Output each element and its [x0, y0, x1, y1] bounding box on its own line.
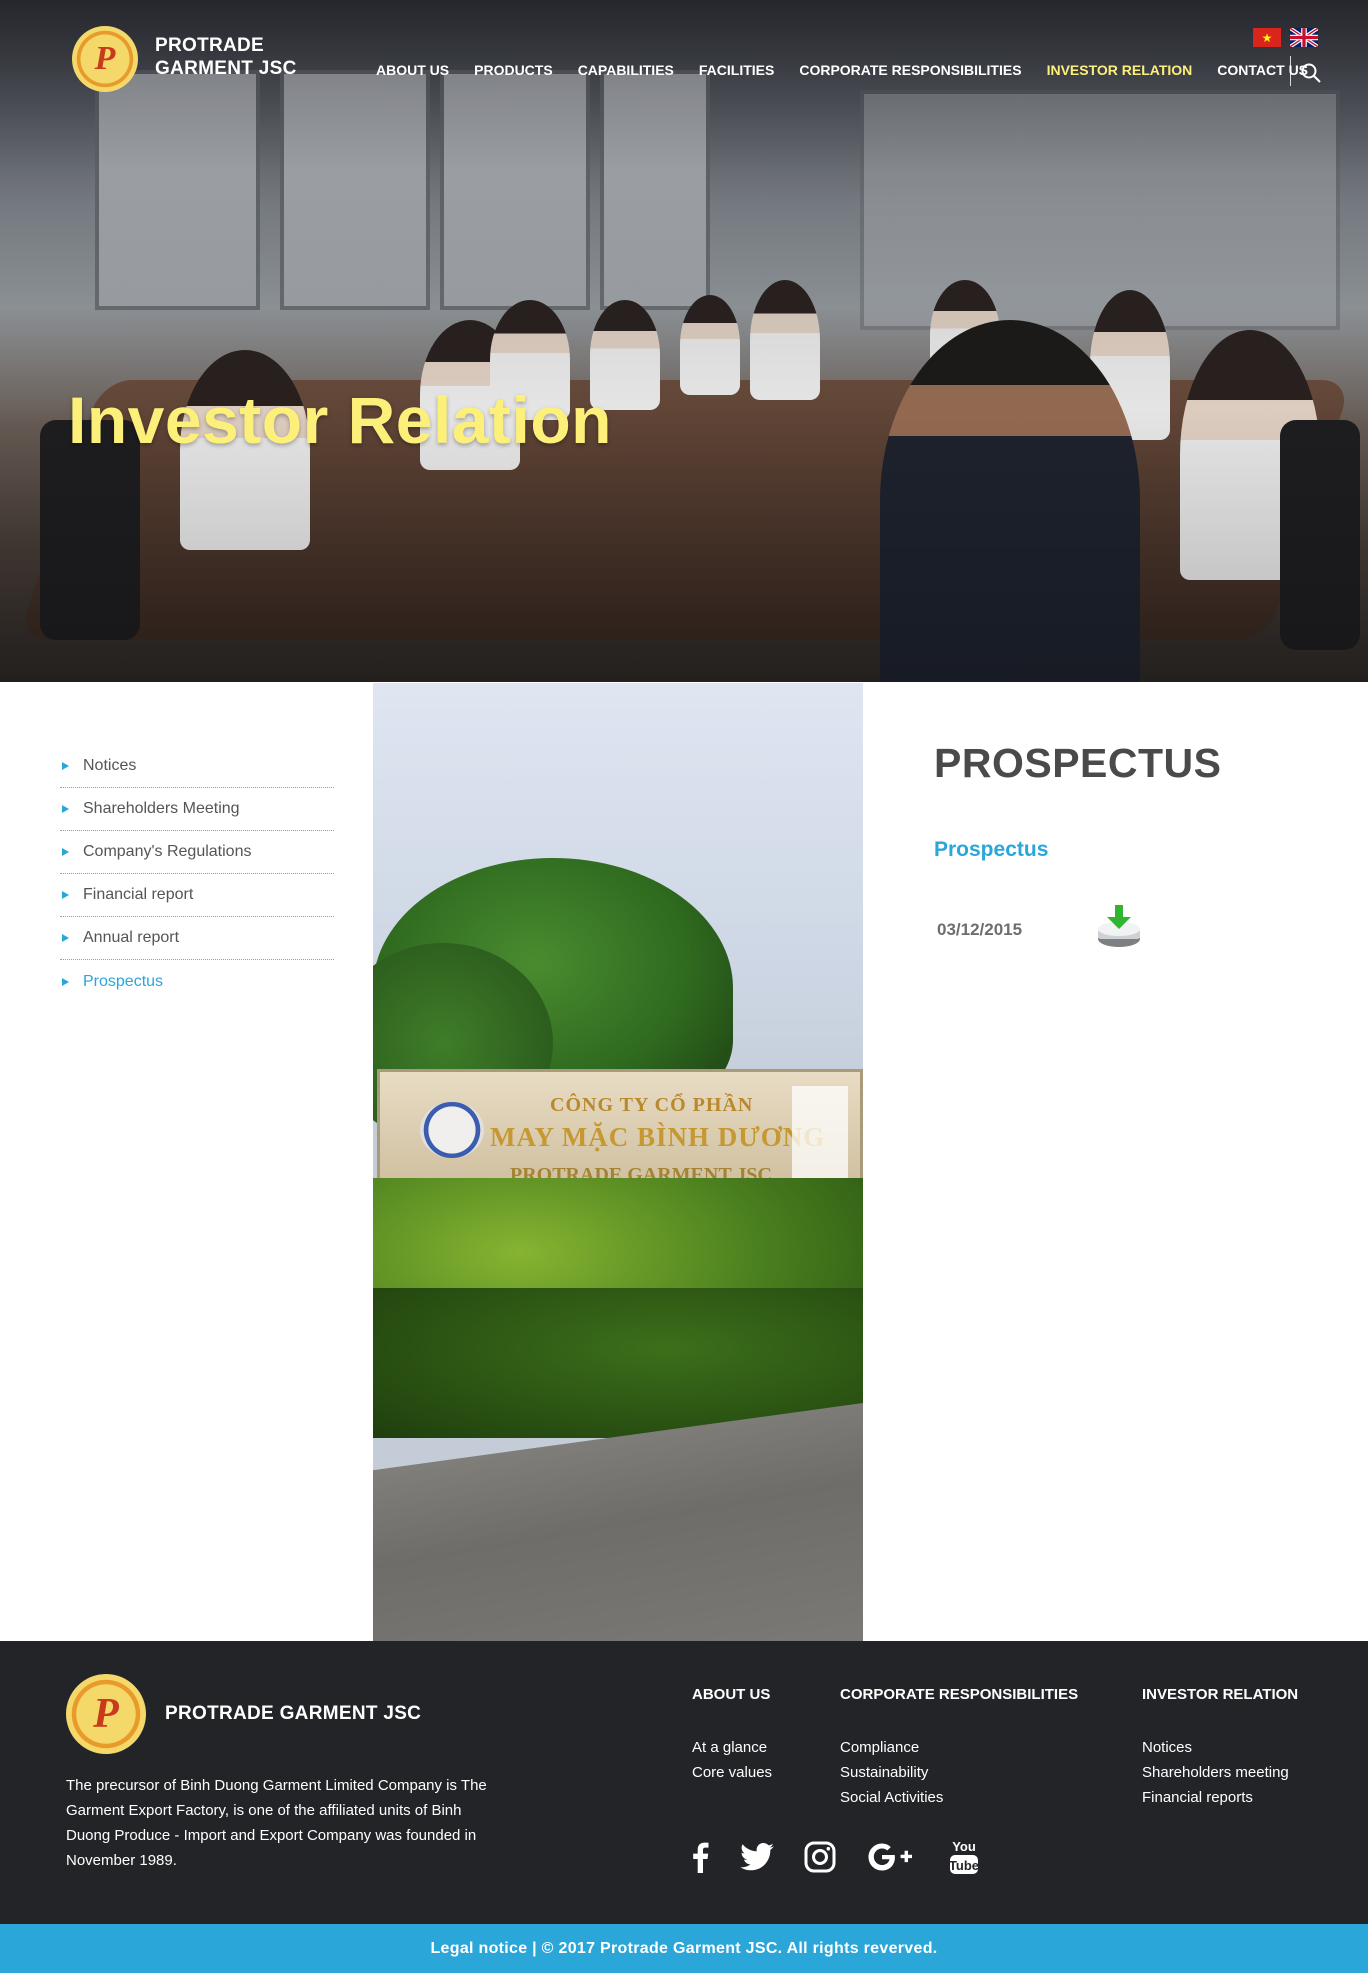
- document-date: 03/12/2015: [937, 920, 1023, 939]
- sidebar-item-label: Financial report: [83, 886, 194, 903]
- svg-text:You: You: [952, 1839, 976, 1854]
- nav-contact-us[interactable]: CONTACT US: [1217, 62, 1308, 78]
- hero-banner: [0, 0, 1368, 682]
- google-plus-icon[interactable]: [866, 1841, 918, 1873]
- sidebar-item-label: Company's Regulations: [83, 843, 252, 860]
- sidebar-item-shareholders-meeting[interactable]: Shareholders Meeting: [60, 788, 334, 831]
- footer-link-social-activities[interactable]: Social Activities: [840, 1785, 1078, 1810]
- sidebar-item-company-regulations[interactable]: Company's Regulations: [60, 831, 334, 874]
- sign-logo-icon: [420, 1102, 484, 1158]
- nav-capabilities[interactable]: CAPABILITIES: [578, 62, 674, 78]
- vietnamese-flag-icon[interactable]: ★: [1253, 28, 1281, 47]
- footer-link-sustainability[interactable]: Sustainability: [840, 1760, 1078, 1785]
- twitter-icon[interactable]: [740, 1843, 774, 1871]
- footer-logo[interactable]: P: [66, 1674, 146, 1754]
- footer-link-shareholders-meeting[interactable]: Shareholders meeting: [1142, 1760, 1298, 1785]
- company-logo[interactable]: P: [72, 26, 138, 92]
- arrow-right-icon: [62, 934, 69, 942]
- nav-investor-relation[interactable]: INVESTOR RELATION: [1047, 62, 1193, 78]
- instagram-icon[interactable]: [804, 1841, 836, 1873]
- footer-column-corporate-responsibilities: CORPORATE RESPONSIBILITIES Compliance Su…: [840, 1686, 1078, 1810]
- sidebar-item-annual-report[interactable]: Annual report: [60, 917, 334, 960]
- footer-link-financial-reports[interactable]: Financial reports: [1142, 1785, 1298, 1810]
- footer-brand: PROTRADE GARMENT JSC: [165, 1703, 422, 1724]
- footer-link-notices[interactable]: Notices: [1142, 1735, 1298, 1760]
- sign-line-1: CÔNG TY CỔ PHẦN: [550, 1094, 754, 1116]
- arrow-right-icon: [62, 977, 69, 986]
- footer-link-at-a-glance[interactable]: At a glance: [692, 1735, 772, 1760]
- sidebar-item-label: Notices: [83, 757, 137, 774]
- nav-products[interactable]: PRODUCTS: [474, 62, 553, 78]
- brand-line-1: PROTRADE: [155, 35, 265, 56]
- nav-divider: [1290, 56, 1291, 86]
- arrow-right-icon: [62, 805, 69, 813]
- copyright-bar: Legal notice | © 2017 Protrade Garment J…: [0, 1924, 1368, 1973]
- arrow-right-icon: [62, 848, 69, 856]
- social-links: You Tube: [690, 1838, 1010, 1876]
- nav-facilities[interactable]: FACILITIES: [699, 62, 774, 78]
- main-nav: ABOUT US PRODUCTS CAPABILITIES FACILITIE…: [376, 62, 1333, 78]
- search-icon[interactable]: [1300, 62, 1322, 84]
- footer-link-compliance[interactable]: Compliance: [840, 1735, 1078, 1760]
- sidebar-item-prospectus[interactable]: Prospectus: [60, 960, 334, 1003]
- sidebar-menu: Notices Shareholders Meeting Company's R…: [60, 745, 334, 1003]
- sidebar-item-notices[interactable]: Notices: [60, 745, 334, 788]
- english-flag-icon[interactable]: [1290, 28, 1318, 47]
- facebook-icon[interactable]: [690, 1841, 710, 1873]
- copyright-text[interactable]: Legal notice | © 2017 Protrade Garment J…: [430, 1940, 937, 1958]
- sign-line-2: MAY MẶC BÌNH DƯƠNG: [490, 1122, 826, 1152]
- certification-badges: [792, 1086, 848, 1186]
- footer-column-heading: ABOUT US: [692, 1686, 771, 1703]
- footer-column-about-us: ABOUT US At a glance Core values: [692, 1686, 772, 1785]
- sidebar-item-financial-report[interactable]: Financial report: [60, 874, 334, 917]
- nav-about-us[interactable]: ABOUT US: [376, 62, 449, 78]
- brand-line-2: GARMENT JSC: [155, 58, 297, 79]
- page: P PROTRADE GARMENT JSC ★ ABOUT US PRODUC…: [0, 0, 1368, 1973]
- footer-column-investor-relation: INVESTOR RELATION Notices Shareholders m…: [1142, 1686, 1298, 1810]
- download-icon[interactable]: [1095, 903, 1143, 951]
- arrow-right-icon: [62, 762, 69, 770]
- footer-link-core-values[interactable]: Core values: [692, 1760, 772, 1785]
- nav-corporate-responsibilities[interactable]: CORPORATE RESPONSIBILITIES: [799, 62, 1021, 78]
- svg-text:Tube: Tube: [949, 1858, 979, 1873]
- document-title-link[interactable]: Prospectus: [934, 838, 1048, 862]
- company-sign-photo: CÔNG TY CỔ PHẦN MAY MẶC BÌNH DƯƠNG PROTR…: [373, 683, 863, 1641]
- brand-name[interactable]: PROTRADE GARMENT JSC: [155, 34, 297, 80]
- sidebar-item-label: Annual report: [83, 929, 180, 946]
- arrow-right-icon: [62, 891, 69, 899]
- youtube-icon[interactable]: You Tube: [948, 1838, 980, 1876]
- section-title: PROSPECTUS: [934, 740, 1222, 786]
- sidebar-item-label: Prospectus: [83, 972, 164, 990]
- footer-column-heading: INVESTOR RELATION: [1142, 1686, 1299, 1703]
- footer-description: The precursor of Binh Duong Garment Limi…: [66, 1777, 487, 1869]
- sidebar-item-label: Shareholders Meeting: [83, 800, 240, 817]
- footer-column-heading: CORPORATE RESPONSIBILITIES: [840, 1686, 1079, 1703]
- page-title: Investor Relation: [68, 383, 612, 457]
